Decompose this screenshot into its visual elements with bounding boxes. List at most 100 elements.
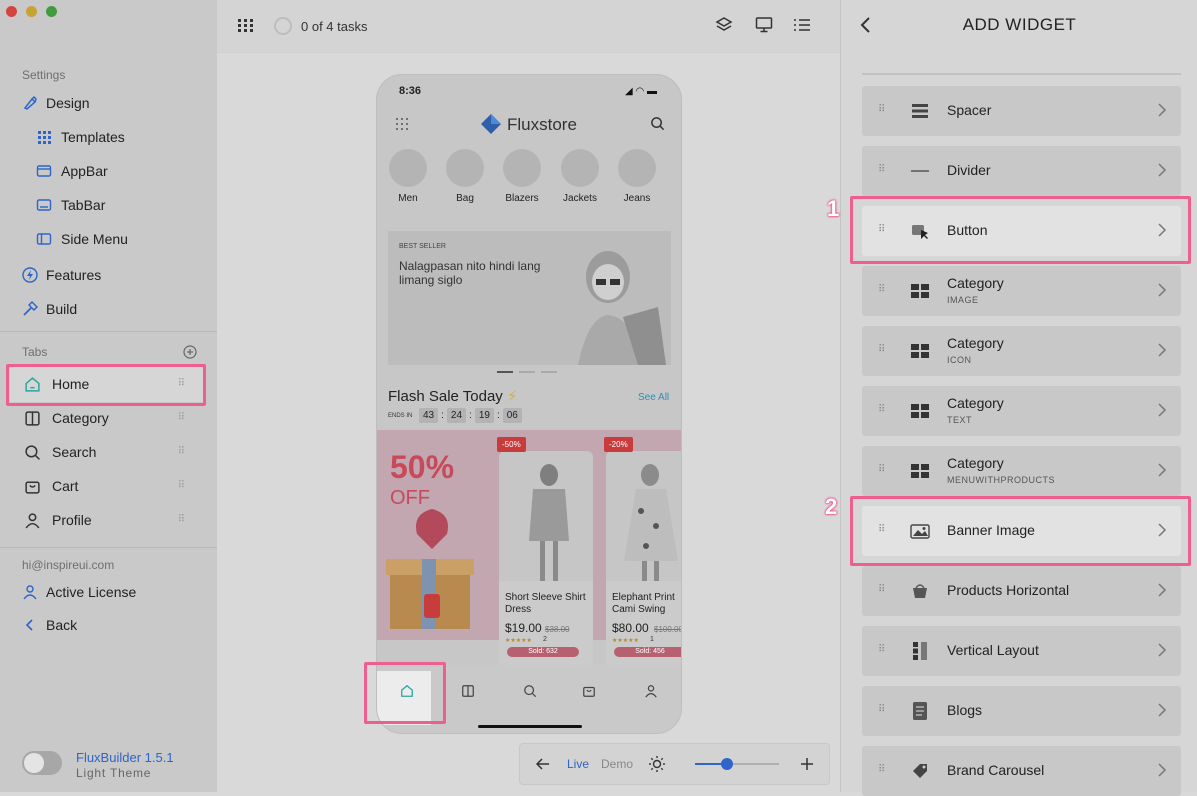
home-indicator: [478, 725, 582, 728]
nav-templates[interactable]: Templates: [36, 126, 125, 148]
tab-profile[interactable]: Profile ⠿: [24, 509, 185, 531]
drag-handle-icon[interactable]: ⠿: [878, 164, 885, 175]
chevron-right-icon: [1158, 643, 1167, 657]
book-icon: [25, 410, 40, 426]
drag-handle-icon[interactable]: ⠿: [178, 514, 185, 525]
widget-item-products-horizontal[interactable]: ⠿ Products Horizontal: [862, 566, 1181, 616]
plus-icon[interactable]: [800, 757, 814, 771]
list-icon[interactable]: [793, 16, 811, 34]
drag-handle-icon[interactable]: ⠿: [178, 480, 185, 491]
divider-icon: [911, 170, 929, 172]
back-link[interactable]: Back: [22, 614, 77, 636]
widget-item-blogs[interactable]: ⠿ Blogs: [862, 686, 1181, 736]
tasks-counter[interactable]: 0 of 4 tasks: [301, 19, 367, 34]
phone-home-tab-highlight: [364, 662, 446, 724]
product-card[interactable]: -20% Elephant Print Cami Swing $80.00 $1…: [604, 437, 682, 671]
drag-handle-icon[interactable]: ⠿: [878, 704, 885, 715]
product-name: Short Sleeve Shirt Dress: [505, 592, 586, 615]
tab-profile-label: Profile: [52, 512, 92, 528]
lightning-icon: ⚡: [506, 388, 518, 405]
widget-item-spacer[interactable]: ⠿ Spacer: [862, 86, 1181, 136]
drag-handle-icon[interactable]: ⠿: [878, 404, 885, 415]
left-sidebar: Settings Design Templates AppBar TabBar …: [0, 0, 217, 792]
see-all-link[interactable]: See All: [638, 392, 669, 403]
widget-item-brand-carousel[interactable]: ⠿ Brand Carousel: [862, 746, 1181, 796]
timer-seconds: 19: [474, 408, 494, 423]
nav-side-menu[interactable]: Side Menu: [36, 228, 128, 250]
brush-icon: [23, 95, 37, 110]
blogs-icon: [913, 702, 927, 720]
drag-handle-icon[interactable]: ⠿: [878, 284, 885, 295]
product-old-price: $38.00: [545, 625, 570, 634]
drag-handle-icon[interactable]: ⠿: [878, 104, 885, 115]
drag-handle-icon[interactable]: ⠿: [878, 464, 885, 475]
carousel-dot-active[interactable]: [497, 371, 513, 373]
widget-label: Category: [947, 335, 1004, 351]
drag-handle-icon[interactable]: ⠿: [178, 412, 185, 423]
chevron-right-icon: [1158, 583, 1167, 597]
timer-ms: 06: [502, 408, 522, 423]
drag-handle-icon[interactable]: ⠿: [878, 644, 885, 655]
drag-handle-icon[interactable]: ⠿: [878, 764, 885, 775]
widget-item-vertical-layout[interactable]: ⠿ Vertical Layout: [862, 626, 1181, 676]
carousel-dot[interactable]: [519, 371, 535, 373]
arrow-left-icon[interactable]: [536, 757, 550, 771]
layers-icon[interactable]: [715, 16, 733, 34]
desktop-icon[interactable]: [755, 16, 773, 34]
status-time: 8:36: [399, 85, 422, 97]
tab-category-label: Category: [52, 410, 109, 426]
widget-item-category-image[interactable]: ⠿ Category IMAGE: [862, 266, 1181, 316]
tab-search[interactable]: Search ⠿: [24, 441, 185, 463]
menu-grid-icon[interactable]: [395, 117, 409, 131]
widget-item-category-text[interactable]: ⠿ Category TEXT: [862, 386, 1181, 436]
book-icon[interactable]: [461, 684, 475, 698]
tab-cart[interactable]: Cart ⠿: [24, 475, 185, 497]
live-mode-button[interactable]: Live: [567, 757, 589, 771]
panel-title: ADD WIDGET: [962, 15, 1077, 34]
widget-item-category-menuwithproducts[interactable]: ⠿ Category MENUWITHPRODUCTS: [862, 446, 1181, 496]
nav-appbar[interactable]: AppBar: [36, 160, 108, 182]
nav-features[interactable]: Features: [22, 264, 101, 286]
maximize-window-icon[interactable]: [46, 6, 57, 17]
drag-handle-icon[interactable]: ⠿: [878, 584, 885, 595]
product-old-price: $100.00: [654, 625, 682, 634]
nav-appbar-label: AppBar: [61, 163, 108, 179]
drag-handle-icon[interactable]: ⠿: [178, 446, 185, 457]
nav-build[interactable]: Build: [22, 298, 77, 320]
nav-design[interactable]: Design: [22, 92, 90, 114]
add-tab-icon[interactable]: [183, 345, 197, 359]
search-icon[interactable]: [650, 116, 665, 131]
widget-item-divider[interactable]: ⠿ Divider: [862, 146, 1181, 196]
zoom-slider-knob[interactable]: [720, 758, 733, 770]
tabbar-icon: [36, 199, 52, 211]
widget-label: Vertical Layout: [947, 642, 1039, 658]
shopping-bag-icon[interactable]: [582, 684, 596, 698]
zoom-slider[interactable]: [695, 758, 779, 770]
nav-tabbar[interactable]: TabBar: [36, 194, 105, 216]
widget-sublabel: TEXT: [947, 415, 973, 425]
apps-grid-icon[interactable]: [237, 18, 255, 34]
user-icon[interactable]: [644, 684, 658, 698]
active-license-link[interactable]: Active License: [22, 581, 136, 603]
discount-badge: -50%: [497, 437, 526, 452]
shirt-icon: [389, 149, 427, 187]
product-card[interactable]: -50% Short Sleeve Shirt Dress $19.00 $38…: [497, 437, 593, 671]
review-count: 2: [543, 636, 547, 643]
banner-slide[interactable]: BEST SELLER Nalagpasan nito hindi lang l…: [388, 231, 671, 365]
theme-toggle[interactable]: [22, 751, 62, 775]
minimize-window-icon[interactable]: [26, 6, 37, 17]
appbar-icon: [36, 165, 52, 177]
close-window-icon[interactable]: [6, 6, 17, 17]
top-toolbar: 0 of 4 tasks: [217, 0, 840, 53]
status-icons: ◢ ◠ ▬: [625, 86, 657, 97]
tab-category[interactable]: Category ⠿: [24, 407, 185, 429]
lightning-icon: [22, 267, 38, 283]
sun-icon[interactable]: [648, 755, 666, 773]
category-image-icon: [911, 284, 929, 298]
search-icon[interactable]: [523, 684, 537, 698]
carousel-dot[interactable]: [541, 371, 557, 373]
drag-handle-icon[interactable]: ⠿: [878, 344, 885, 355]
widget-item-category-icon[interactable]: ⠿ Category ICON: [862, 326, 1181, 376]
demo-mode-button[interactable]: Demo: [601, 757, 633, 771]
widget-label: Blogs: [947, 702, 983, 718]
